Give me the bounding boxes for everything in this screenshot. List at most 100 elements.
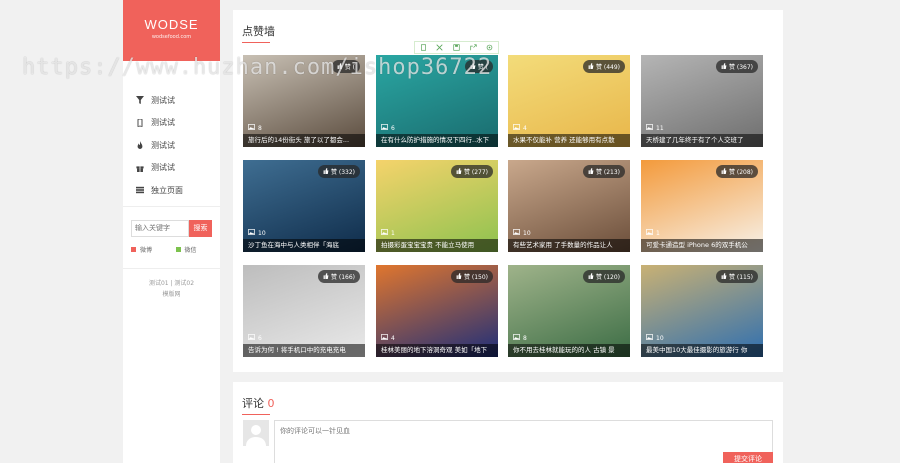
photo-tile[interactable]: 赞 (367) 11 天桥建了几年终于有了个人交班了: [641, 55, 763, 147]
photo-tile[interactable]: 赞 (332) 10 沙丁鱼在海中与人类相伴「海底: [243, 160, 365, 252]
logo-name: WODSE: [144, 17, 199, 32]
photo-tile[interactable]: 赞 (120) 8 你不用去桂林就能玩的的人 古镇 景: [508, 265, 630, 357]
sidebar-footer: 测试01 | 测试02 模版网: [123, 267, 220, 300]
weibo-icon: [131, 246, 136, 252]
sidebar-item-4[interactable]: 测试试: [123, 157, 220, 180]
tile-caption: 最美中国10大最佳摄影的旅游行 你: [641, 344, 763, 357]
thumbs-up-icon: [588, 167, 596, 176]
sidebar-divider: [123, 205, 220, 207]
sidebar-item-label: 测试试: [151, 118, 175, 128]
like-badge[interactable]: 赞 (449): [582, 60, 625, 73]
photo-tile[interactable]: 赞 (115) 10 最美中国10大最佳摄影的旅游行 你: [641, 265, 763, 357]
image-icon: [248, 334, 258, 342]
like-badge[interactable]: 赞 (208): [715, 165, 758, 178]
sidebar-search: 搜索: [131, 219, 212, 237]
tile-caption: 天桥建了几年终于有了个人交班了: [641, 134, 763, 147]
floating-toolbar: [414, 41, 499, 54]
photo-count: 11: [646, 124, 664, 132]
photo-tile[interactable]: 赞 (208) 1 可爱卡通造型 iPhone 6的双手机公: [641, 160, 763, 252]
site-logo[interactable]: WODSE wodsefood.com: [123, 0, 220, 61]
close-icon[interactable]: [436, 44, 443, 51]
image-icon: [513, 334, 523, 342]
share-icon[interactable]: [469, 44, 477, 51]
tile-caption: 告诉为何 ! 将手机口中的充电充电: [243, 344, 365, 357]
thumbs-up-icon: [721, 62, 729, 71]
tile-caption: 可爱卡通造型 iPhone 6的双手机公: [641, 239, 763, 252]
tile-caption: 拍摄彩蛋宝宝宝贵 不能立马使用: [376, 239, 498, 252]
image-icon: [381, 124, 391, 132]
image-icon: [646, 229, 656, 237]
like-badge[interactable]: 赞 (150): [450, 270, 493, 283]
like-badge[interactable]: 赞 (166): [317, 270, 360, 283]
avatar: [243, 420, 269, 446]
thumbs-up-icon: [721, 272, 729, 281]
filter-icon: [136, 96, 144, 105]
image-icon: [248, 124, 258, 132]
search-input[interactable]: [131, 219, 189, 237]
wechat-link[interactable]: 微信: [175, 245, 221, 254]
weibo-link[interactable]: 微博: [131, 245, 176, 254]
image-icon: [381, 334, 391, 342]
thumbs-up-icon: [588, 272, 596, 281]
thumbs-up-icon: [323, 167, 331, 176]
sidebar-item-5[interactable]: 独立页面: [123, 179, 220, 202]
photo-tile[interactable]: 赞 (277) 1 拍摄彩蛋宝宝宝贵 不能立马使用: [376, 160, 498, 252]
section-title: 点赞墙: [242, 23, 275, 43]
image-icon: [248, 229, 258, 237]
save-icon[interactable]: [453, 44, 460, 51]
image-icon: [646, 334, 656, 342]
tile-caption: 旅行后的14份街头 旅了以了都会...: [243, 134, 365, 147]
photo-tile[interactable]: 赞 (150) 4 桂林美丽的地下溶洞奇观 美如「地下: [376, 265, 498, 357]
tile-caption: 在有什么防护措施的情况下四行..水下: [376, 134, 498, 147]
comment-count: 0: [267, 397, 275, 410]
settings-icon[interactable]: [486, 44, 493, 51]
image-icon: [381, 229, 391, 237]
like-badge[interactable]: 赞 (277): [450, 165, 493, 178]
photo-count: 6: [248, 334, 262, 342]
mobile-icon: [136, 118, 144, 127]
photo-count: 1: [381, 229, 395, 237]
thumbs-up-icon: [456, 272, 464, 281]
photo-count: 10: [248, 229, 266, 237]
like-badge[interactable]: 赞 (213): [582, 165, 625, 178]
like-badge[interactable]: 赞 (120): [582, 270, 625, 283]
like-badge[interactable]: 赞 (367): [715, 60, 758, 73]
footer-credit: 模版网: [162, 290, 181, 298]
wechat-icon: [175, 246, 181, 252]
like-badge[interactable]: 赞 (332): [317, 165, 360, 178]
photo-count: 8: [513, 334, 527, 342]
comment-input[interactable]: [274, 420, 773, 463]
social-links: 微博 微信: [131, 245, 220, 254]
footer-links[interactable]: 测试01 | 测试02: [123, 278, 220, 289]
tile-caption: 你不用去桂林就能玩的的人 古镇 景: [508, 344, 630, 357]
thumbs-up-icon: [323, 272, 331, 281]
thumbs-up-icon: [456, 167, 464, 176]
sidebar-item-label: 测试试: [151, 140, 175, 150]
watermark-text: https://www.huzhan.com/ishop36722: [22, 55, 493, 80]
list-icon: [136, 186, 144, 194]
tile-caption: 水果不仅能补 营养 还能够用有点散: [508, 134, 630, 147]
sidebar-nav: 测试试 测试试 测试试 测试试 独立页面: [123, 61, 220, 202]
copy-icon[interactable]: [420, 44, 427, 51]
image-icon: [646, 124, 656, 132]
comments-card: 评论 0 提交评论: [233, 382, 783, 463]
submit-comment-button[interactable]: 提交评论: [723, 452, 773, 463]
image-icon: [513, 229, 523, 237]
fire-icon: [136, 141, 144, 150]
sidebar-item-1[interactable]: 测试试: [123, 89, 220, 112]
photo-count: 4: [513, 124, 527, 132]
tile-caption: 沙丁鱼在海中与人类相伴「海底: [243, 239, 365, 252]
photo-tile[interactable]: 赞 (166) 6 告诉为何 ! 将手机口中的充电充电: [243, 265, 365, 357]
photo-tile[interactable]: 赞 (213) 10 有些艺术家用 了手数量的作品让人: [508, 160, 630, 252]
like-badge[interactable]: 赞 (115): [715, 270, 758, 283]
photo-count: 1: [646, 229, 660, 237]
photo-count: 4: [381, 334, 395, 342]
gift-icon: [136, 164, 144, 172]
sidebar-item-label: 独立页面: [151, 185, 183, 195]
sidebar-item-2[interactable]: 测试试: [123, 112, 220, 135]
sidebar-item-3[interactable]: 测试试: [123, 134, 220, 157]
logo-subtitle: wodsefood.com: [151, 34, 192, 40]
photo-count: 10: [513, 229, 531, 237]
photo-tile[interactable]: 赞 (449) 4 水果不仅能补 营养 还能够用有点散: [508, 55, 630, 147]
search-button[interactable]: 搜索: [189, 219, 212, 237]
